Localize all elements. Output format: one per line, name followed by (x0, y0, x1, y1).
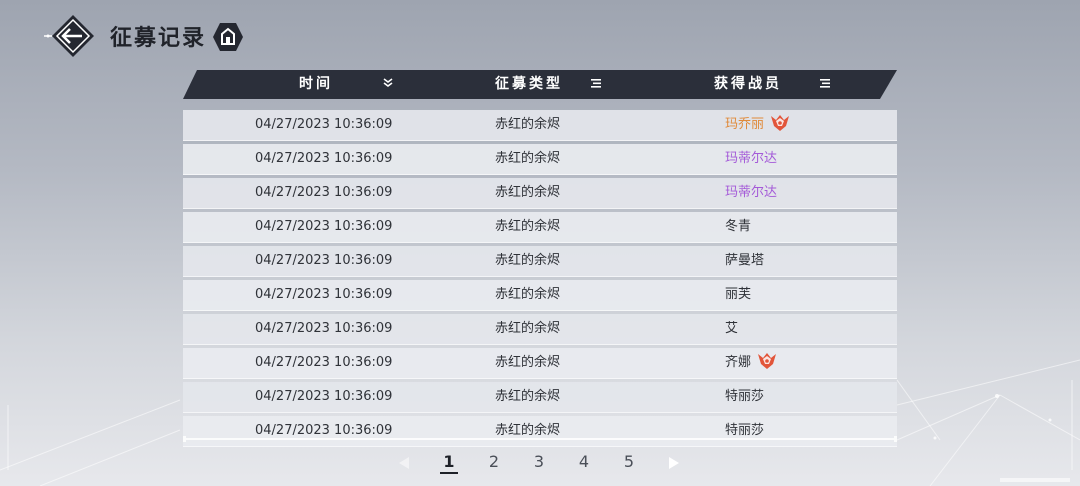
recruit-record-table: 时间 征募类型 获得战员 04/27/2023 10:36:09 赤红的余烬 玛乔丽… (183, 70, 897, 447)
home-button[interactable] (212, 22, 244, 52)
row-recruit-type: 赤红的余烬 (495, 355, 561, 370)
character-name: 玛蒂尔达 (725, 151, 778, 166)
home-icon (213, 23, 243, 51)
table-row: 04/27/2023 10:36:09 赤红的余烬 玛蒂尔达 (183, 144, 897, 175)
table-row: 04/27/2023 10:36:09 赤红的余烬 冬青 (183, 212, 897, 243)
column-header-type: 征募类型 (495, 76, 563, 92)
row-character: 玛乔丽 (725, 110, 790, 140)
row-time: 04/27/2023 10:36:09 (255, 219, 393, 234)
table-row: 04/27/2023 10:36:09 赤红的余烬 玛乔丽 (183, 110, 897, 141)
character-name: 艾 (725, 321, 739, 336)
triangle-left-icon[interactable] (398, 455, 410, 469)
row-time: 04/27/2023 10:36:09 (255, 321, 393, 336)
character-name: 冬青 (725, 219, 752, 234)
row-recruit-type: 赤红的余烬 (495, 219, 561, 234)
page-1-button[interactable]: 1 (440, 450, 458, 474)
filter-lines-icon[interactable] (820, 70, 830, 99)
row-character: 丽芙 (725, 280, 751, 310)
row-time: 04/27/2023 10:36:09 (255, 117, 393, 132)
table-row: 04/27/2023 10:36:09 赤红的余烬 特丽莎 (183, 416, 897, 447)
table-row: 04/27/2023 10:36:09 赤红的余烬 艾 (183, 314, 897, 345)
chevron-double-down-icon[interactable] (383, 70, 393, 99)
character-name: 齐娜 (725, 355, 752, 370)
row-recruit-type: 赤红的余烬 (495, 321, 561, 336)
row-recruit-type: 赤红的余烬 (495, 287, 561, 302)
column-header-character: 获得战员 (714, 76, 782, 92)
row-character: 萨曼塔 (725, 246, 764, 276)
row-character: 特丽莎 (725, 416, 764, 446)
table-body: 04/27/2023 10:36:09 赤红的余烬 玛乔丽 04/27/2023 10… (183, 110, 897, 450)
character-name: 特丽莎 (725, 389, 765, 404)
row-time: 04/27/2023 10:36:09 (255, 185, 393, 200)
row-character: 冬青 (725, 212, 751, 242)
row-character: 齐娜 (725, 348, 777, 378)
character-name: 萨曼塔 (725, 253, 765, 268)
current-page-indicator (440, 472, 458, 474)
row-time: 04/27/2023 10:36:09 (255, 151, 393, 166)
row-recruit-type: 赤红的余烬 (495, 151, 561, 166)
row-time: 04/27/2023 10:36:09 (255, 287, 393, 302)
row-character: 特丽莎 (725, 382, 764, 412)
pagination: 1 2 3 4 5 (398, 450, 688, 474)
page-4-button[interactable]: 4 (575, 450, 593, 474)
row-recruit-type: 赤红的余烬 (495, 185, 561, 200)
table-row: 04/27/2023 10:36:09 赤红的余烬 萨曼塔 (183, 246, 897, 277)
column-header-time: 时间 (299, 76, 333, 92)
back-button[interactable] (44, 12, 102, 60)
character-name: 特丽莎 (725, 423, 765, 438)
arrow-left-icon (44, 15, 94, 57)
row-character: 玛蒂尔达 (725, 144, 777, 174)
rarity-badge-icon (758, 352, 777, 369)
row-recruit-type: 赤红的余烬 (495, 253, 561, 268)
row-recruit-type: 赤红的余烬 (495, 389, 561, 404)
rarity-badge-icon (771, 114, 790, 131)
row-time: 04/27/2023 10:36:09 (255, 355, 393, 370)
character-name: 玛乔丽 (725, 117, 765, 132)
row-character: 艾 (725, 314, 738, 344)
page-5-button[interactable]: 5 (620, 450, 638, 474)
row-time: 04/27/2023 10:36:09 (255, 389, 393, 404)
table-bottom-divider (183, 436, 897, 442)
triangle-right-icon[interactable] (668, 455, 680, 469)
page-title: 征募记录 (110, 26, 207, 51)
filter-lines-icon[interactable] (591, 70, 601, 99)
table-header: 时间 征募类型 获得战员 (183, 70, 897, 99)
page-3-button[interactable]: 3 (530, 450, 548, 474)
row-character: 玛蒂尔达 (725, 178, 777, 208)
page-2-button[interactable]: 2 (485, 450, 503, 474)
table-row: 04/27/2023 10:36:09 赤红的余烬 特丽莎 (183, 382, 897, 413)
table-row: 04/27/2023 10:36:09 赤红的余烬 玛蒂尔达 (183, 178, 897, 209)
character-name: 丽芙 (725, 287, 752, 302)
row-time: 04/27/2023 10:36:09 (255, 423, 393, 438)
row-recruit-type: 赤红的余烬 (495, 117, 561, 132)
character-name: 玛蒂尔达 (725, 185, 778, 200)
table-row: 04/27/2023 10:36:09 赤红的余烬 齐娜 (183, 348, 897, 379)
table-row: 04/27/2023 10:36:09 赤红的余烬 丽芙 (183, 280, 897, 311)
row-recruit-type: 赤红的余烬 (495, 423, 561, 438)
row-time: 04/27/2023 10:36:09 (255, 253, 393, 268)
